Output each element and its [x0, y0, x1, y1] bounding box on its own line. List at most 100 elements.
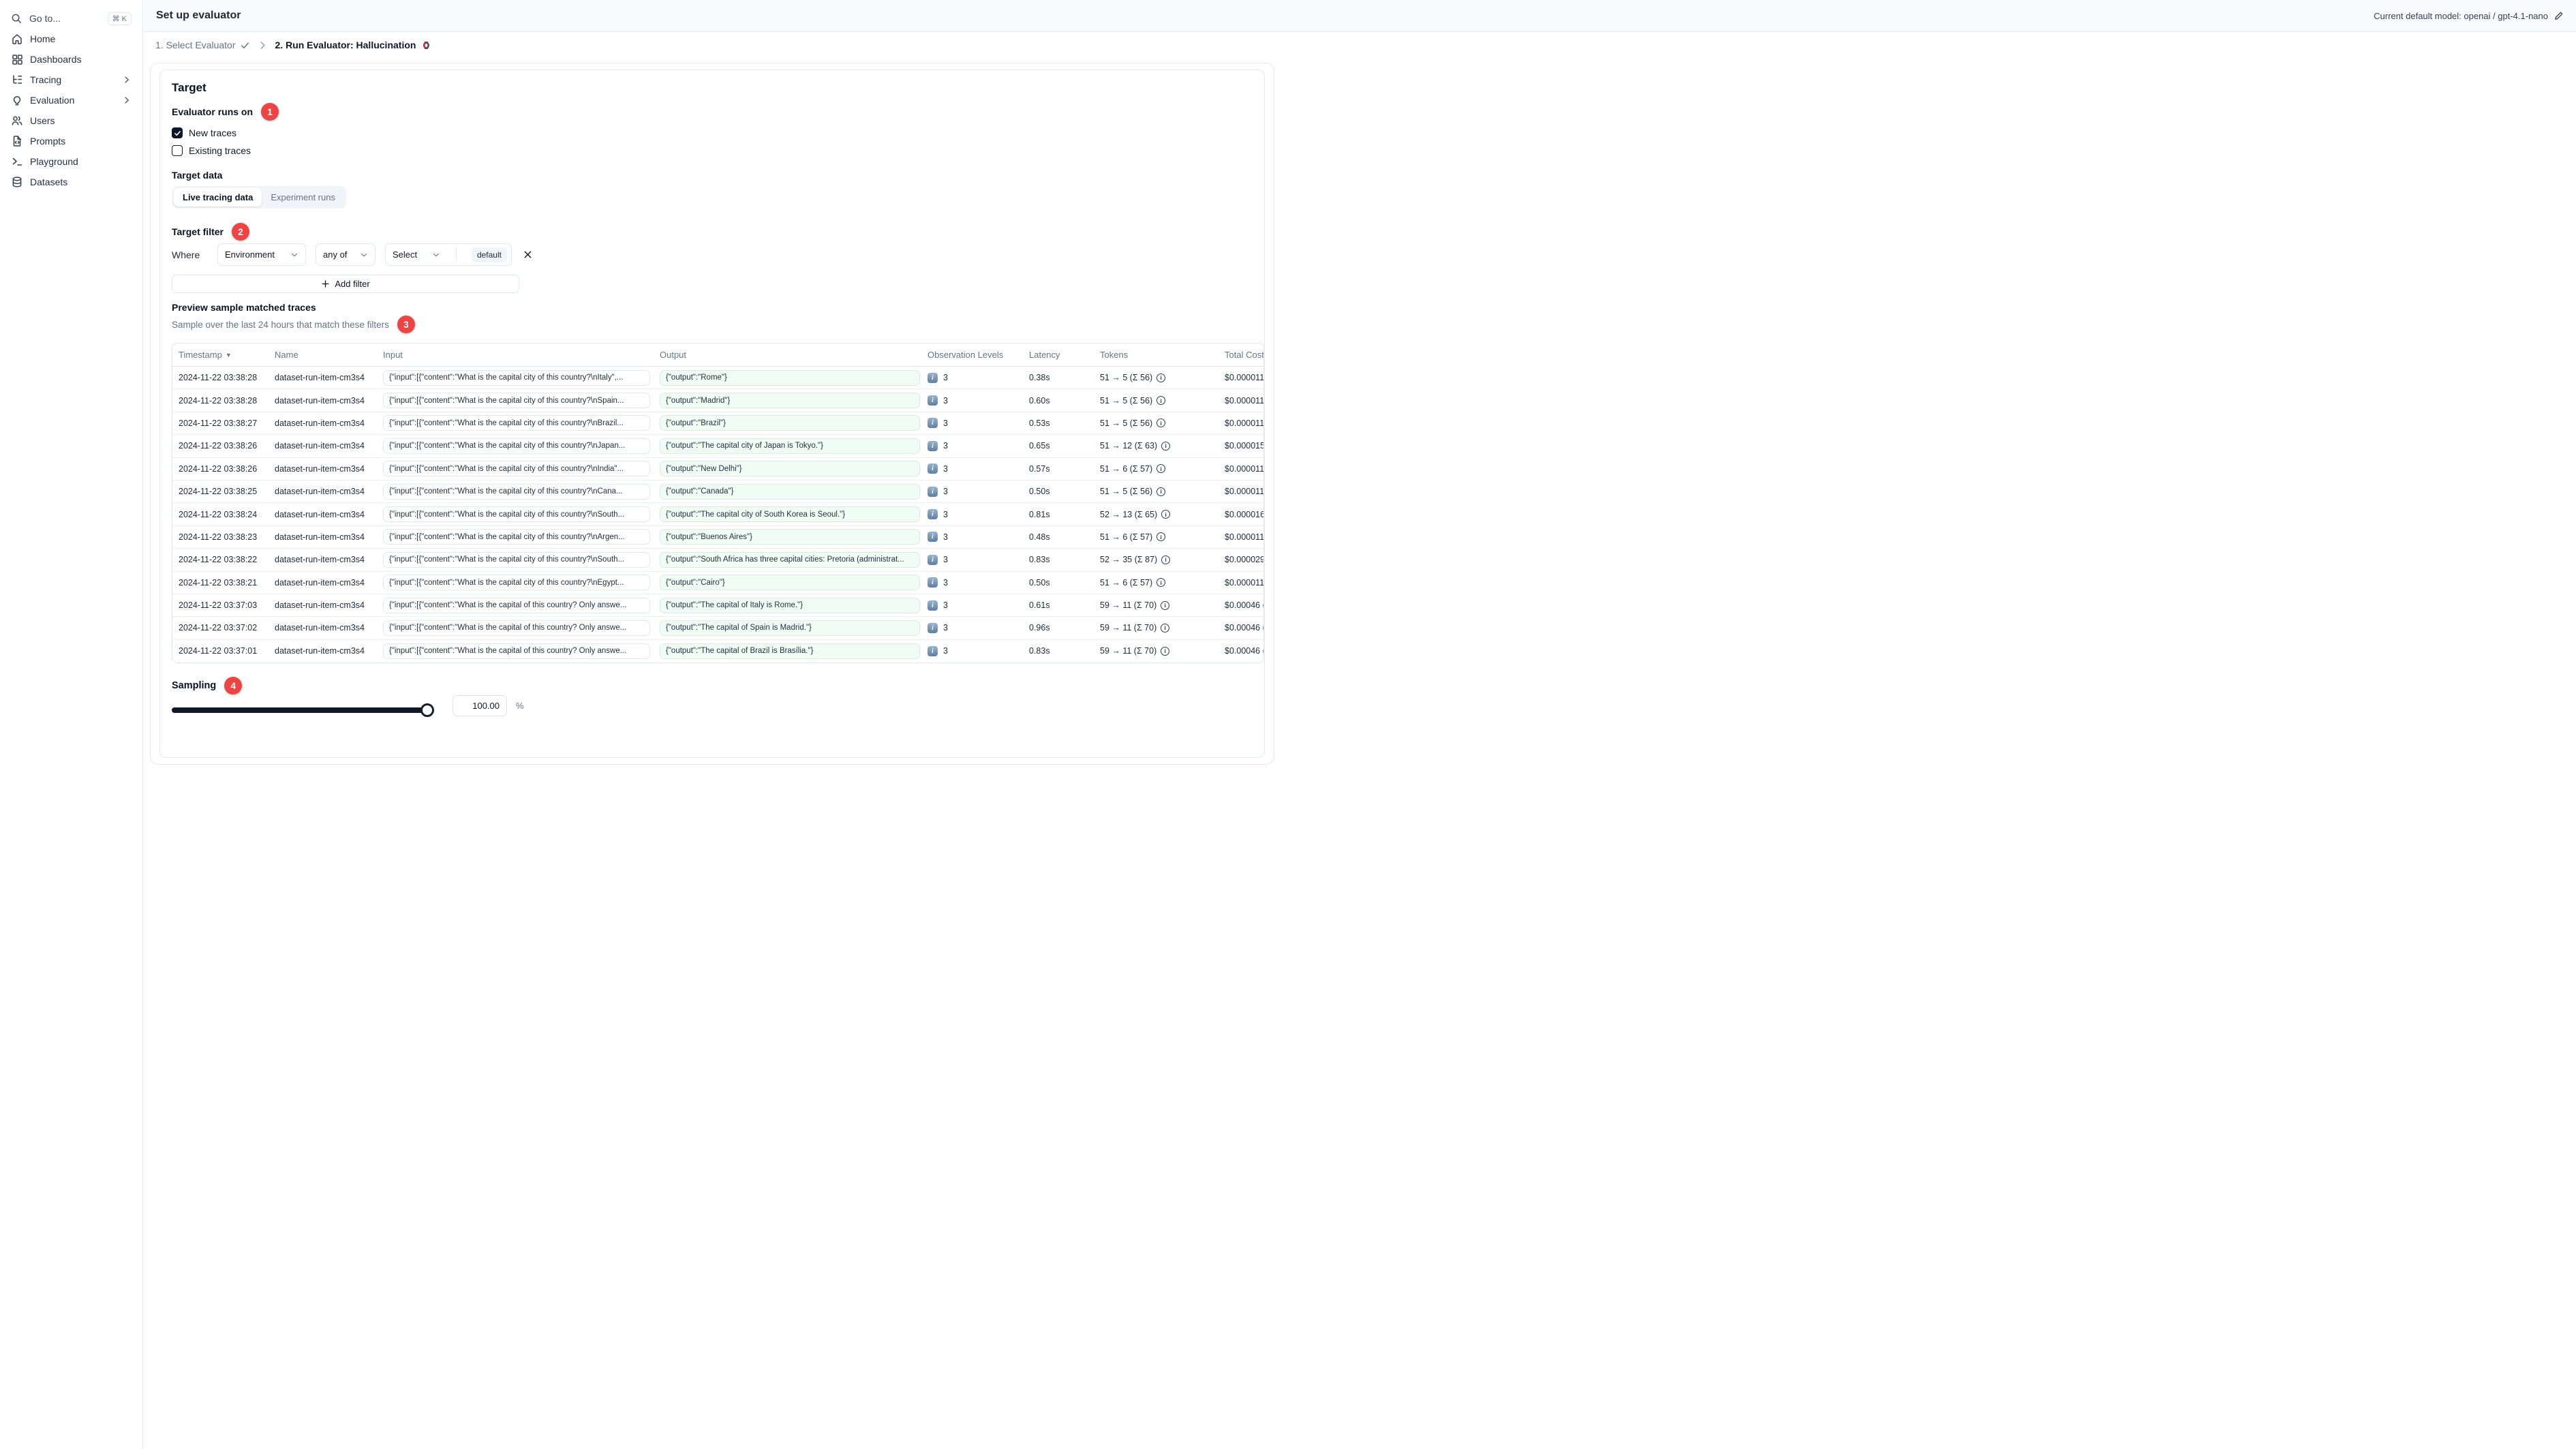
- input-preview-box[interactable]: {"input":[{"content":"What is the capita…: [383, 369, 650, 386]
- table-row[interactable]: 2024-11-22 03:38:26 dataset-run-item-cm3…: [172, 458, 1263, 481]
- sampling-value-input[interactable]: [453, 695, 507, 716]
- shortcut-badge: ⌘ K: [107, 12, 132, 25]
- sidebar-item-evaluation[interactable]: Evaluation: [8, 90, 134, 110]
- step-select-evaluator[interactable]: 1. Select Evaluator: [155, 40, 250, 50]
- output-preview-box[interactable]: {"output":"Cairo"}: [660, 575, 920, 591]
- token-info-icon[interactable]: i: [1156, 418, 1166, 428]
- output-preview-box[interactable]: {"output":"South Africa has three capita…: [660, 551, 920, 568]
- tab-live-tracing-data[interactable]: Live tracing data: [174, 188, 262, 207]
- cell-latency: 0.60s: [1029, 395, 1050, 406]
- filter-value-select[interactable]: Select default: [385, 243, 512, 266]
- sidebar-item-datasets[interactable]: Datasets: [8, 172, 134, 192]
- table-row[interactable]: 2024-11-22 03:38:26 dataset-run-item-cm3…: [172, 435, 1263, 458]
- input-preview-box[interactable]: {"input":[{"content":"What is the capita…: [383, 393, 650, 409]
- input-preview-box[interactable]: {"input":[{"content":"What is the capita…: [383, 483, 650, 500]
- cell-latency: 0.61s: [1029, 600, 1050, 611]
- cell-total-cost: $0.00046 (: [1225, 646, 1263, 656]
- cell-latency: 0.65s: [1029, 441, 1050, 451]
- sidebar-item-home[interactable]: Home: [8, 29, 134, 49]
- sidebar-item-prompts[interactable]: Prompts: [8, 131, 134, 151]
- input-preview-box[interactable]: {"input":[{"content":"What is the capita…: [383, 551, 650, 568]
- input-preview-box[interactable]: {"input":[{"content":"What is the capita…: [383, 461, 650, 477]
- edit-model-button[interactable]: [2554, 11, 2564, 21]
- input-preview-box[interactable]: {"input":[{"content":"What is the capita…: [383, 620, 650, 636]
- output-preview-box[interactable]: {"output":"The capital city of Japan is …: [660, 438, 920, 454]
- token-info-icon[interactable]: i: [1161, 646, 1170, 656]
- sidebar-item-dashboards[interactable]: Dashboards: [8, 49, 134, 70]
- token-info-icon[interactable]: i: [1156, 532, 1166, 542]
- token-info-icon[interactable]: i: [1156, 464, 1166, 474]
- cell-observations: 3: [943, 487, 948, 497]
- column-header-timestamp[interactable]: Timestamp ▼: [172, 350, 275, 360]
- checkbox-new-traces[interactable]: New traces: [172, 126, 236, 140]
- table-row[interactable]: 2024-11-22 03:38:22 dataset-run-item-cm3…: [172, 549, 1263, 572]
- cell-observations: 3: [943, 395, 948, 406]
- token-info-icon[interactable]: i: [1156, 373, 1166, 382]
- output-preview-box[interactable]: {"output":"Buenos Aires"}: [660, 529, 920, 545]
- output-preview-box[interactable]: {"output":"New Delhi"}: [660, 461, 920, 477]
- cell-name: dataset-run-item-cm3s4: [275, 395, 365, 406]
- token-info-icon[interactable]: i: [1156, 396, 1166, 406]
- filter-column-select[interactable]: Environment: [217, 243, 306, 266]
- input-preview-box[interactable]: {"input":[{"content":"What is the capita…: [383, 643, 650, 659]
- annotation-badge-1: 1: [261, 103, 279, 121]
- table-row[interactable]: 2024-11-22 03:37:02 dataset-run-item-cm3…: [172, 617, 1263, 640]
- sidebar-item-users[interactable]: Users: [8, 110, 134, 131]
- input-preview-box[interactable]: {"input":[{"content":"What is the capita…: [383, 597, 650, 613]
- chevron-right-icon: [122, 95, 132, 105]
- input-preview-box[interactable]: {"input":[{"content":"What is the capita…: [383, 506, 650, 523]
- table-row[interactable]: 2024-11-22 03:38:24 dataset-run-item-cm3…: [172, 503, 1263, 526]
- filter-value-chip[interactable]: default: [471, 247, 507, 262]
- table-row[interactable]: 2024-11-22 03:38:21 dataset-run-item-cm3…: [172, 572, 1263, 594]
- output-preview-box[interactable]: {"output":"Brazil"}: [660, 415, 920, 431]
- cell-observations: 3: [943, 623, 948, 633]
- output-preview-box[interactable]: {"output":"The capital city of South Kor…: [660, 506, 920, 523]
- input-preview-box[interactable]: {"input":[{"content":"What is the capita…: [383, 575, 650, 591]
- output-preview-box[interactable]: {"output":"Canada"}: [660, 483, 920, 500]
- goto-search[interactable]: Go to... ⌘ K: [8, 8, 134, 29]
- table-row[interactable]: 2024-11-22 03:38:27 dataset-run-item-cm3…: [172, 412, 1263, 436]
- input-preview-box[interactable]: {"input":[{"content":"What is the capita…: [383, 415, 650, 431]
- cell-observations: 3: [943, 509, 948, 519]
- cell-total-cost: $0.00046 (: [1225, 600, 1263, 611]
- slider-thumb[interactable]: [420, 703, 434, 717]
- table-row[interactable]: 2024-11-22 03:37:03 dataset-run-item-cm3…: [172, 594, 1263, 617]
- add-filter-label: Add filter: [335, 279, 370, 289]
- sidebar-item-tracing[interactable]: Tracing: [8, 70, 134, 90]
- output-preview-box[interactable]: {"output":"The capital of Brazil is Bras…: [660, 643, 920, 659]
- token-info-icon[interactable]: i: [1161, 555, 1171, 564]
- cell-name: dataset-run-item-cm3s4: [275, 487, 365, 497]
- filter-operator-value: any of: [323, 249, 348, 260]
- token-info-icon[interactable]: i: [1161, 600, 1170, 610]
- output-preview-box[interactable]: {"output":"The capital of Italy is Rome.…: [660, 597, 920, 613]
- step-run-evaluator[interactable]: 2. Run Evaluator: Hallucination: [275, 40, 433, 50]
- cell-observations: 3: [943, 441, 948, 451]
- input-preview-box[interactable]: {"input":[{"content":"What is the capita…: [383, 529, 650, 545]
- table-row[interactable]: 2024-11-22 03:38:28 dataset-run-item-cm3…: [172, 367, 1263, 390]
- checkbox-existing-traces[interactable]: Existing traces: [172, 144, 251, 157]
- input-preview-box[interactable]: {"input":[{"content":"What is the capita…: [383, 438, 650, 454]
- cell-total-cost: $0.000011 (: [1225, 395, 1263, 406]
- info-level-icon: i: [927, 486, 938, 497]
- token-info-icon[interactable]: i: [1156, 487, 1166, 496]
- table-row[interactable]: 2024-11-22 03:37:01 dataset-run-item-cm3…: [172, 640, 1263, 662]
- table-row[interactable]: 2024-11-22 03:38:23 dataset-run-item-cm3…: [172, 526, 1263, 549]
- sort-desc-icon: ▼: [225, 351, 232, 359]
- token-info-icon[interactable]: i: [1161, 623, 1170, 632]
- output-preview-box[interactable]: {"output":"Madrid"}: [660, 393, 920, 409]
- sidebar-item-playground[interactable]: Playground: [8, 151, 134, 172]
- token-info-icon[interactable]: i: [1161, 441, 1171, 451]
- add-filter-button[interactable]: Add filter: [172, 275, 519, 293]
- tab-experiment-runs[interactable]: Experiment runs: [262, 188, 344, 207]
- token-info-icon[interactable]: i: [1161, 510, 1171, 519]
- sampling-slider[interactable]: [172, 703, 434, 717]
- cell-latency: 0.83s: [1029, 555, 1050, 565]
- output-preview-box[interactable]: {"output":"The capital of Spain is Madri…: [660, 620, 920, 636]
- remove-filter-button[interactable]: [523, 249, 533, 260]
- output-preview-box[interactable]: {"output":"Rome"}: [660, 369, 920, 386]
- filter-operator-select[interactable]: any of: [316, 243, 375, 266]
- cell-timestamp: 2024-11-22 03:38:26: [179, 463, 258, 474]
- table-row[interactable]: 2024-11-22 03:38:28 dataset-run-item-cm3…: [172, 389, 1263, 412]
- table-row[interactable]: 2024-11-22 03:38:25 dataset-run-item-cm3…: [172, 481, 1263, 504]
- token-info-icon[interactable]: i: [1156, 578, 1166, 588]
